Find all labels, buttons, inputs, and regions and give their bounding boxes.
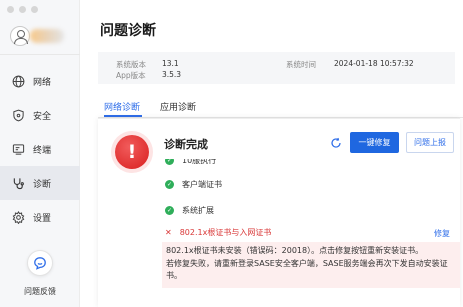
- fix-link[interactable]: 修复: [434, 228, 450, 239]
- zoom-window-button[interactable]: [31, 6, 38, 13]
- sidebar-nav: 网络 安全 终端 诊断 设置: [0, 64, 80, 234]
- diagnosis-panel: ✓ 10服执行 ! 诊断完成 一键修复 问题上报 ✓ 客户端证书 ✓ 系统扩展 …: [98, 118, 460, 307]
- globe-icon: [12, 75, 25, 87]
- close-window-button[interactable]: [7, 6, 14, 13]
- tab-app-diagnosis[interactable]: 应用诊断: [160, 100, 196, 113]
- scroll-clip: [98, 155, 460, 159]
- system-time-label: 系统时间: [286, 60, 316, 69]
- error-x-icon: ✕: [165, 228, 172, 237]
- sidebar-item-settings[interactable]: 设置: [0, 200, 80, 234]
- error-status-icon: !: [115, 135, 149, 169]
- fix-all-button[interactable]: 一键修复: [350, 132, 399, 153]
- stethoscope-icon: [13, 177, 24, 189]
- terminal-icon: [12, 143, 25, 155]
- sidebar-item-terminal[interactable]: 终端: [0, 132, 80, 166]
- sidebar-item-diagnosis[interactable]: 诊断: [0, 166, 80, 200]
- sidebar-item-network[interactable]: 网络: [0, 64, 80, 98]
- window-controls: [7, 6, 38, 13]
- app-version-value: 3.5.3: [162, 70, 182, 79]
- user-profile[interactable]: [10, 25, 70, 47]
- active-tab-indicator: [104, 115, 142, 117]
- check-item-client-cert: ✓ 客户端证书: [165, 177, 222, 191]
- system-time-value: 2024-01-18 10:57:32: [334, 59, 414, 68]
- system-version-label: 系统版本: [116, 60, 146, 69]
- failed-check-label: 802.1x根证书与入网证书: [179, 228, 272, 237]
- version-info-card: 系统版本 13.1 App版本 3.5.3 系统时间 2024-01-18 10…: [98, 52, 455, 84]
- avatar-icon: [10, 26, 30, 46]
- sidebar-item-security[interactable]: 安全: [0, 98, 80, 132]
- tab-bar: 网络诊断 应用诊断: [98, 96, 463, 118]
- blurred-username: [30, 29, 64, 43]
- check-item-system-extension: ✓ 系统扩展: [165, 203, 214, 217]
- gear-icon: [12, 210, 25, 224]
- feedback-icon-wrap: [27, 250, 53, 276]
- sidebar-item-label: 设置: [33, 213, 52, 224]
- diagnosis-status: 诊断完成: [164, 138, 208, 151]
- page-title: 问题诊断: [100, 23, 156, 39]
- sidebar-item-label: 网络: [33, 77, 52, 88]
- sidebar-divider: [0, 54, 80, 55]
- chat-bubble-icon: [34, 257, 46, 270]
- check-item-label: 系统扩展: [182, 205, 214, 215]
- sidebar: 网络 安全 终端 诊断 设置 问题反馈: [0, 0, 80, 307]
- failed-check-item: ✕ 802.1x根证书与入网证书: [165, 227, 271, 238]
- shield-icon: [13, 109, 24, 121]
- feedback-button[interactable]: 问题反馈: [15, 250, 65, 297]
- minimize-window-button[interactable]: [19, 6, 26, 13]
- check-icon: ✓: [165, 205, 174, 215]
- sidebar-item-label: 终端: [33, 145, 52, 156]
- sidebar-item-label: 诊断: [33, 179, 52, 190]
- main-content: 问题诊断 系统版本 13.1 App版本 3.5.3 系统时间 2024-01-…: [80, 0, 463, 307]
- report-issue-button[interactable]: 问题上报: [406, 132, 454, 153]
- tab-network-diagnosis[interactable]: 网络诊断: [104, 100, 140, 113]
- feedback-label: 问题反馈: [24, 287, 56, 296]
- app-version-label: App版本: [116, 71, 146, 80]
- app-window: 网络 安全 终端 诊断 设置 问题反馈 问题诊断 系统版本 13.1 App版本…: [0, 0, 463, 307]
- check-item-label: 客户端证书: [182, 179, 222, 189]
- failure-detail-message: 802.1x根证书未安装（错误码：20018）。点击修复按钮重新安装证书。 若修…: [162, 242, 460, 288]
- sidebar-item-label: 安全: [33, 111, 52, 122]
- system-version-value: 13.1: [162, 59, 179, 68]
- check-icon: ✓: [165, 179, 174, 189]
- refresh-icon[interactable]: [330, 137, 342, 149]
